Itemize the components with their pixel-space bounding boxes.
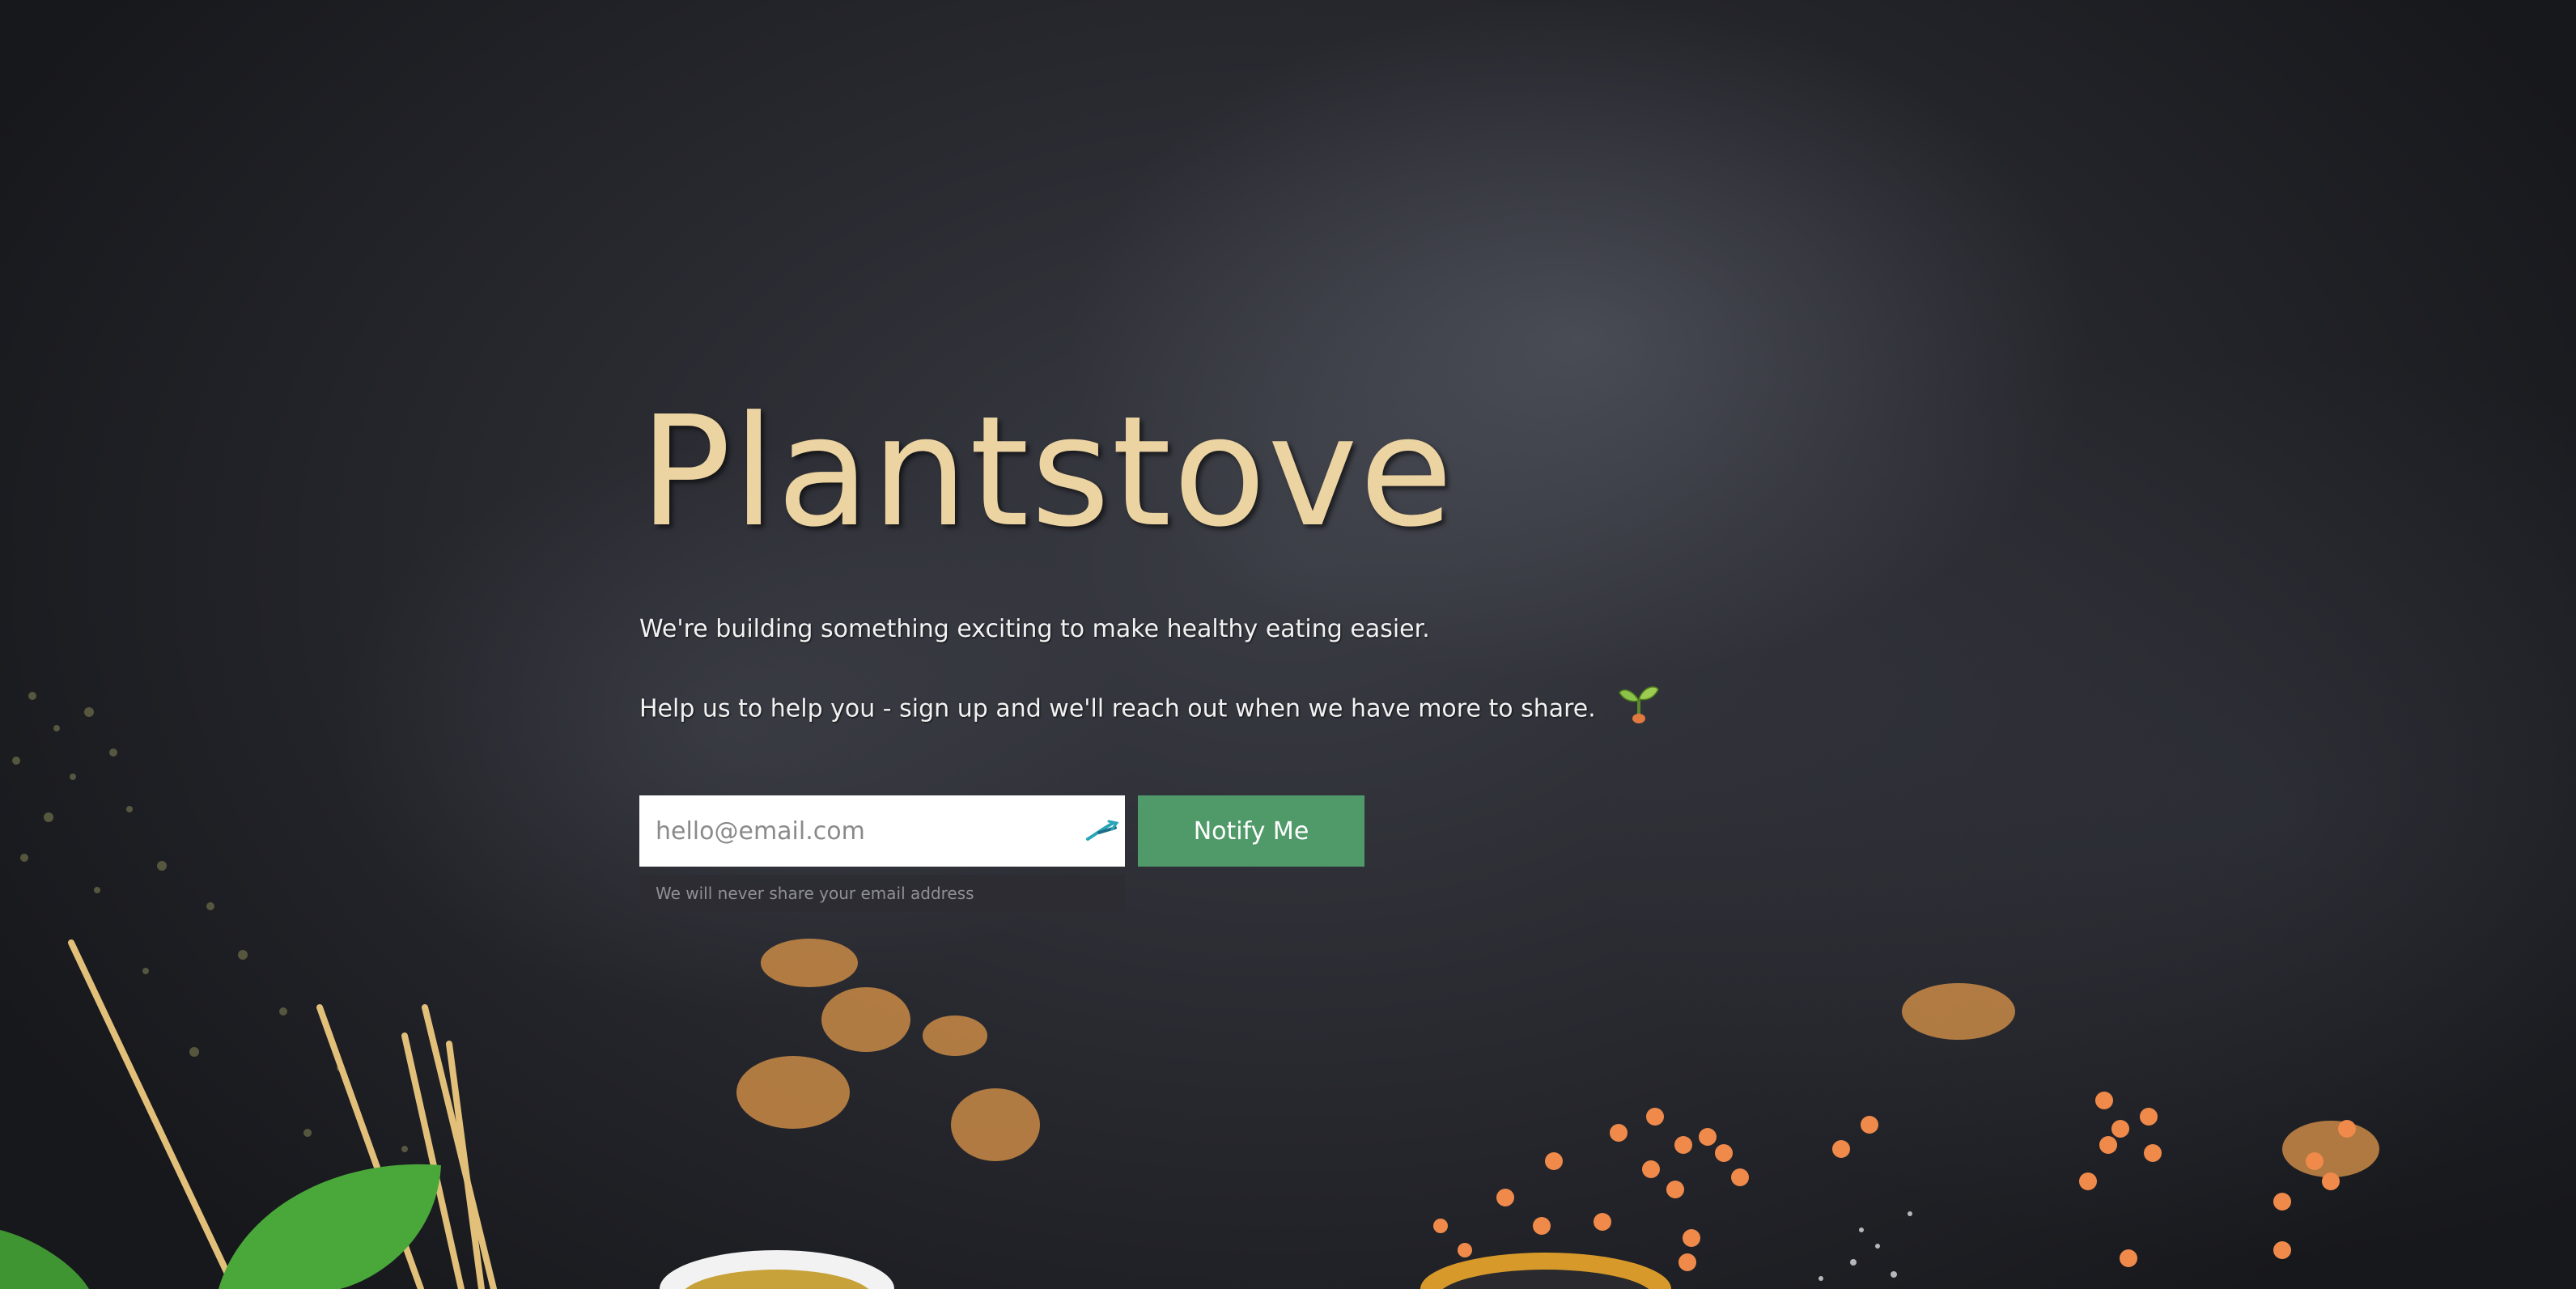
signup-prompt-text: Help us to help you - sign up and we'll … xyxy=(639,694,1596,723)
email-input[interactable] xyxy=(639,795,1125,867)
brand-title: Plantstove xyxy=(639,384,1455,561)
email-privacy-note: We will never share your email address xyxy=(639,875,1125,912)
seedling-icon xyxy=(1618,681,1660,731)
signup-form: Notify Me xyxy=(639,795,1364,867)
notify-me-button[interactable]: Notify Me xyxy=(1138,795,1364,867)
slate-background xyxy=(0,0,2576,1289)
intro-text: We're building something exciting to mak… xyxy=(639,615,1430,643)
signup-prompt: Help us to help you - sign up and we'll … xyxy=(639,685,1660,735)
email-field-container xyxy=(639,795,1125,867)
password-manager-icon[interactable] xyxy=(1084,816,1119,846)
